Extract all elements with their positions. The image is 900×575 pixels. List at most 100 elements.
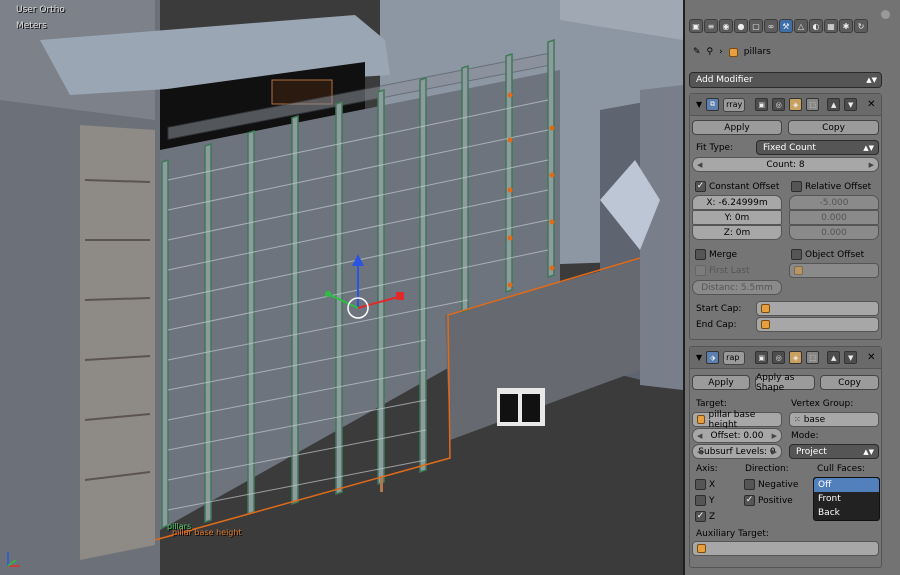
decrement-arrow-icon[interactable]: ◀ <box>697 161 702 169</box>
render-toggle-icon[interactable]: ▣ <box>755 98 769 111</box>
cull-option-front[interactable]: Front <box>814 492 879 506</box>
count-field[interactable]: ◀ Count: 8 ▶ <box>692 157 879 172</box>
constant-offset-checkbox[interactable]: ✓ <box>695 181 706 192</box>
target-label: Target: <box>696 399 727 409</box>
auxiliary-target-field[interactable] <box>692 541 879 556</box>
target-field[interactable]: pillar base height <box>692 409 782 430</box>
editmode-toggle-icon[interactable]: ◈ <box>789 351 803 364</box>
count-value: Count: 8 <box>766 159 805 170</box>
render-toggle-icon[interactable]: ▣ <box>755 351 769 364</box>
scene-icon[interactable]: ◉ <box>719 19 733 33</box>
object-icon[interactable]: ▢ <box>749 19 763 33</box>
editmode-toggle-icon[interactable]: ◈ <box>789 98 803 111</box>
render-icon[interactable]: ▣ <box>689 19 703 33</box>
subsurf-levels-field[interactable]: ◀ Subsurf Levels: 0 ▶ <box>692 444 782 459</box>
object-offset-checkbox[interactable] <box>791 249 802 260</box>
increment-arrow-icon[interactable]: ▶ <box>772 448 777 456</box>
decrement-arrow-icon[interactable]: ◀ <box>697 448 702 456</box>
object-name: pillars <box>743 47 771 57</box>
cage-toggle-icon[interactable]: ⬚ <box>806 98 820 111</box>
array-apply-button[interactable]: Apply <box>692 120 782 135</box>
axis-y-label: Y <box>709 496 715 506</box>
shrinkwrap-apply-button[interactable]: Apply <box>692 375 750 390</box>
material-icon[interactable]: ◐ <box>809 19 823 33</box>
offset-value: Offset: 0.00 <box>710 430 764 441</box>
relative-y-field[interactable]: 0.000 <box>789 210 879 225</box>
array-modifier-icon: ⧉ <box>706 98 720 111</box>
particles-icon[interactable]: ✱ <box>839 19 853 33</box>
mode-dropdown[interactable]: Project ▲▼ <box>789 444 879 459</box>
merge-checkbox[interactable] <box>695 249 706 260</box>
offset-field[interactable]: ◀ Offset: 0.00 ▶ <box>692 428 782 443</box>
3d-viewport[interactable]: User Ortho Meters pillars pillar base he… <box>0 0 683 575</box>
pin-icon[interactable]: ✎ <box>693 47 701 57</box>
world-icon[interactable]: ● <box>734 19 748 33</box>
move-down-icon[interactable]: ▼ <box>844 351 858 364</box>
viewport-toggle-icon[interactable]: ◎ <box>772 98 786 111</box>
axis-z-checkbox[interactable]: ✓ <box>695 511 706 522</box>
object-cube-icon <box>761 320 770 329</box>
negative-checkbox[interactable] <box>744 479 755 490</box>
shrinkwrap-copy-button[interactable]: Copy <box>820 375 879 390</box>
constant-x-field[interactable]: X: -6.24999m <box>692 195 782 210</box>
updown-arrow-icon: ▲▼ <box>863 143 874 152</box>
shrinkwrap-apply-shape-button[interactable]: Apply as Shape <box>755 373 815 393</box>
negative-label: Negative <box>758 480 799 490</box>
object-cube-icon <box>728 47 738 57</box>
collapse-icon[interactable]: ▼ <box>696 100 702 109</box>
object-cube-icon <box>761 304 770 313</box>
viewport-toggle-icon[interactable]: ◎ <box>772 351 786 364</box>
scene-data-icon: ⚲ <box>706 47 714 57</box>
move-down-icon[interactable]: ▼ <box>844 98 858 111</box>
add-modifier-dropdown[interactable]: Add Modifier ▲▼ <box>689 72 882 88</box>
cull-option-off[interactable]: Off <box>814 478 879 492</box>
close-icon[interactable] <box>881 10 890 19</box>
collapse-icon[interactable]: ▼ <box>696 353 702 362</box>
breadcrumb: ✎ ⚲ › pillars <box>693 44 771 60</box>
axis-x-label: X <box>709 480 716 490</box>
wrench-icon[interactable]: ⚒ <box>779 19 793 33</box>
fit-type-value: Fixed Count <box>763 142 816 153</box>
constraints-icon[interactable]: ∞ <box>764 19 778 33</box>
first-last-checkbox[interactable] <box>695 265 706 276</box>
layers-icon[interactable]: ≡ <box>704 19 718 33</box>
fit-type-label: Fit Type: <box>696 143 734 153</box>
data-icon[interactable]: △ <box>794 19 808 33</box>
mode-label: Mode: <box>791 431 819 441</box>
vertex-group-field[interactable]: ⁙ base <box>789 412 879 427</box>
offset-object-field[interactable] <box>789 263 879 278</box>
remove-modifier-icon[interactable]: ✕ <box>867 352 875 363</box>
physics-icon[interactable]: ↻ <box>854 19 868 33</box>
increment-arrow-icon[interactable]: ▶ <box>869 161 874 169</box>
decrement-arrow-icon[interactable]: ◀ <box>697 432 702 440</box>
constant-z-field[interactable]: Z: 0m <box>692 225 782 240</box>
relative-x-field[interactable]: -5.000 <box>789 195 879 210</box>
constant-offset-label: Constant Offset <box>709 182 780 192</box>
increment-arrow-icon[interactable]: ▶ <box>772 432 777 440</box>
merge-distance-field[interactable]: Distanc: 5.5mm <box>692 280 782 295</box>
cull-option-back[interactable]: Back <box>814 506 879 520</box>
axis-y-checkbox[interactable] <box>695 495 706 506</box>
target-value: pillar base height <box>708 409 756 430</box>
array-modifier-name[interactable]: rray <box>723 97 746 112</box>
shrinkwrap-modifier-header: ▼ ⬗ rap ▣ ◎ ◈ ⬚ ▲ ▼ ✕ <box>690 347 881 369</box>
positive-checkbox[interactable]: ✓ <box>744 495 755 506</box>
shrinkwrap-modifier-name[interactable]: rap <box>723 350 746 365</box>
updown-arrow-icon: ▲▼ <box>866 76 877 84</box>
relative-offset-checkbox[interactable] <box>791 181 802 192</box>
move-up-icon[interactable]: ▲ <box>827 98 841 111</box>
end-cap-field[interactable] <box>756 317 879 332</box>
axis-x-checkbox[interactable] <box>695 479 706 490</box>
texture-icon[interactable]: ▦ <box>824 19 838 33</box>
start-cap-field[interactable] <box>756 301 879 316</box>
relative-z-field[interactable]: 0.000 <box>789 225 879 240</box>
object-cube-icon <box>697 544 706 553</box>
breadcrumb-separator: › <box>719 47 723 57</box>
array-copy-button[interactable]: Copy <box>788 120 879 135</box>
vertex-group-label: Vertex Group: <box>791 399 854 409</box>
constant-y-field[interactable]: Y: 0m <box>692 210 782 225</box>
fit-type-dropdown[interactable]: Fixed Count ▲▼ <box>756 140 879 155</box>
cage-toggle-icon[interactable]: ⬚ <box>806 351 820 364</box>
move-up-icon[interactable]: ▲ <box>827 351 841 364</box>
remove-modifier-icon[interactable]: ✕ <box>867 99 875 110</box>
